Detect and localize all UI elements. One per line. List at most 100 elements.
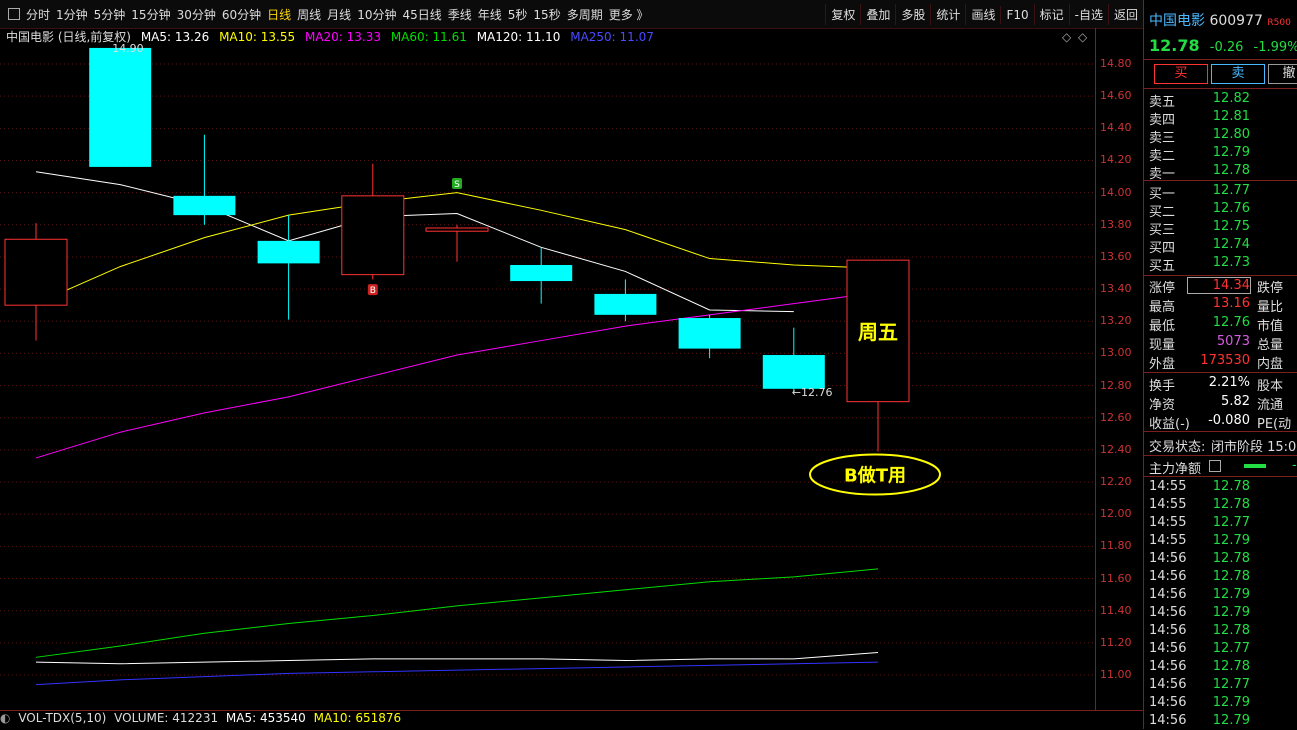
period-tab-4[interactable]: 30分钟 (177, 8, 216, 22)
volume-ma5: MA5: 453540 (225, 711, 306, 725)
toggle-icon[interactable] (8, 8, 20, 20)
tick-row-value: 12.78 (1212, 569, 1250, 584)
action-tab-0[interactable]: 复权 (825, 4, 860, 25)
stat-row-value: 13.16 (1212, 296, 1250, 311)
period-tab-6[interactable]: 日线 (267, 8, 291, 22)
trade-marker-label: B (370, 286, 376, 296)
ask-row-value: 12.79 (1212, 145, 1250, 160)
action-tabs: 复权 叠加 多股 统计 画线 F10 标记 -自选 返回 (825, 4, 1143, 25)
ma120-line (35, 651, 879, 665)
ask-row: 卖四 12.81 (1149, 109, 1297, 128)
sell-button[interactable]: 卖 (1211, 64, 1265, 84)
candle-body (594, 293, 657, 315)
stat-row-extra: 市值 (1257, 319, 1284, 334)
tick-row: 14:55 12.77 (1149, 515, 1297, 533)
period-tab-13[interactable]: 5秒 (508, 8, 528, 22)
tick-row-value: 12.79 (1212, 695, 1250, 710)
stat-row-value: 5073 (1216, 334, 1250, 349)
candle-body (425, 227, 489, 232)
price-tick: 11.40 (1100, 603, 1132, 617)
period-tab-7[interactable]: 周线 (297, 8, 321, 22)
action-tab-8[interactable]: 返回 (1107, 4, 1143, 25)
tick-row-value: 12.77 (1212, 641, 1250, 656)
main-flow-label: 主力净额 (1149, 462, 1202, 477)
period-tab-16[interactable]: 更多 》 (609, 8, 649, 22)
stat-row-value: 12.76 (1212, 315, 1250, 330)
volume-ma10: MA10: 651876 (313, 711, 402, 725)
annotation-bubble-label: B做T用 (844, 465, 906, 487)
period-tab-14[interactable]: 15秒 (533, 8, 560, 22)
tick-row: 14:56 12.78 (1149, 551, 1297, 569)
tick-row: 14:55 12.78 (1149, 497, 1297, 515)
period-tab-2[interactable]: 5分钟 (94, 8, 126, 22)
tick-row-value: 12.78 (1212, 479, 1250, 494)
trade-status-value: 闭市阶段 15:0 (1211, 440, 1297, 455)
buy-button[interactable]: 买 (1154, 64, 1208, 84)
price-tick: 12.60 (1100, 410, 1132, 424)
period-tab-3[interactable]: 15分钟 (131, 8, 170, 22)
stat-row: 最高 13.16 量比 (1149, 296, 1297, 315)
price-tick: 11.20 (1100, 635, 1132, 649)
stat2-row-value: -0.080 (1208, 413, 1250, 428)
action-tab-7[interactable]: -自选 (1068, 4, 1108, 25)
tick-row-value: 12.79 (1212, 587, 1250, 602)
period-tab-1[interactable]: 1分钟 (56, 8, 88, 22)
action-tab-6[interactable]: 标记 (1033, 4, 1069, 25)
action-tab-3[interactable]: 统计 (930, 4, 965, 25)
stat-row-extra: 总量 (1257, 338, 1284, 353)
tick-row: 14:56 12.77 (1149, 641, 1297, 659)
tick-row-value: 12.79 (1212, 713, 1250, 728)
bid-row: 买二 12.76 (1149, 201, 1297, 220)
action-tab-1[interactable]: 叠加 (860, 4, 895, 25)
ma250-legend: MA250: 11.07 (570, 30, 654, 44)
price-extreme-label: ←12.76 (792, 386, 833, 399)
period-tab-11[interactable]: 季线 (448, 8, 472, 22)
price-tick: 12.80 (1100, 378, 1132, 392)
ma120-legend: MA120: 11.10 (476, 30, 561, 44)
bid-row-value: 12.74 (1212, 237, 1250, 252)
tick-row-value: 12.77 (1212, 677, 1250, 692)
stat2-row-extra: PE(动 (1257, 417, 1292, 432)
tick-row-value: 12.78 (1212, 497, 1250, 512)
action-tab-2[interactable]: 多股 (895, 4, 930, 25)
stock-tag: R500 (1267, 18, 1290, 28)
volume-indicator-icon[interactable]: ◐ (0, 711, 10, 725)
price-tick: 14.60 (1100, 89, 1132, 103)
price-tick: 13.00 (1100, 346, 1132, 360)
stat2-row: 净资 5.82 流通 (1149, 394, 1297, 413)
period-tab-5[interactable]: 60分钟 (222, 8, 261, 22)
main-flow-row: 主力净额 -4 (1149, 458, 1297, 477)
main-flow-icon[interactable] (1209, 460, 1221, 472)
stat2-row: 收益(-) -0.080 PE(动 (1149, 413, 1297, 432)
stat-row-extra: 内盘 (1257, 357, 1284, 372)
action-tab-5[interactable]: F10 (1000, 6, 1033, 24)
ask-row-value: 12.81 (1212, 109, 1250, 124)
tick-row-value: 12.78 (1212, 551, 1250, 566)
period-tab-10[interactable]: 45日线 (402, 8, 441, 22)
period-tab-9[interactable]: 10分钟 (357, 8, 396, 22)
ask-row-value: 12.80 (1212, 127, 1250, 142)
weekday-annotation: 周五 (858, 320, 898, 344)
price-axis: 14.80 14.60 14.40 14.20 14.00 13.80 13.60 13.40… (1095, 28, 1144, 710)
period-tab-8[interactable]: 月线 (327, 8, 351, 22)
price-tick: 11.80 (1100, 539, 1132, 553)
tick-row-value: 12.79 (1212, 605, 1250, 620)
tick-row: 14:56 12.78 (1149, 659, 1297, 677)
stock-name: 中国电影 (1149, 13, 1205, 29)
candle-body (341, 195, 405, 276)
cancel-button[interactable]: 撤 (1268, 64, 1297, 84)
action-tab-4[interactable]: 画线 (965, 4, 1000, 25)
period-tab-15[interactable]: 多周期 (567, 8, 603, 22)
trade-marker-label: S (454, 180, 460, 190)
stat-row: 涨停 14.34 跌停 (1149, 277, 1297, 296)
candlestick-chart[interactable]: SB14.90←12.76周五B做T用 (0, 28, 1143, 710)
stat-row-value: 173530 (1200, 353, 1250, 368)
tick-row: 14:56 12.79 (1149, 605, 1297, 623)
ask-row: 卖三 12.80 (1149, 127, 1297, 146)
current-price: 12.78 (1149, 36, 1200, 55)
price-tick: 11.60 (1100, 571, 1132, 585)
period-tab-0[interactable]: 分时 (26, 8, 50, 22)
period-tab-12[interactable]: 年线 (478, 8, 502, 22)
stat-row-extra: 量比 (1257, 300, 1284, 315)
stat-row-extra: 跌停 (1257, 281, 1284, 296)
